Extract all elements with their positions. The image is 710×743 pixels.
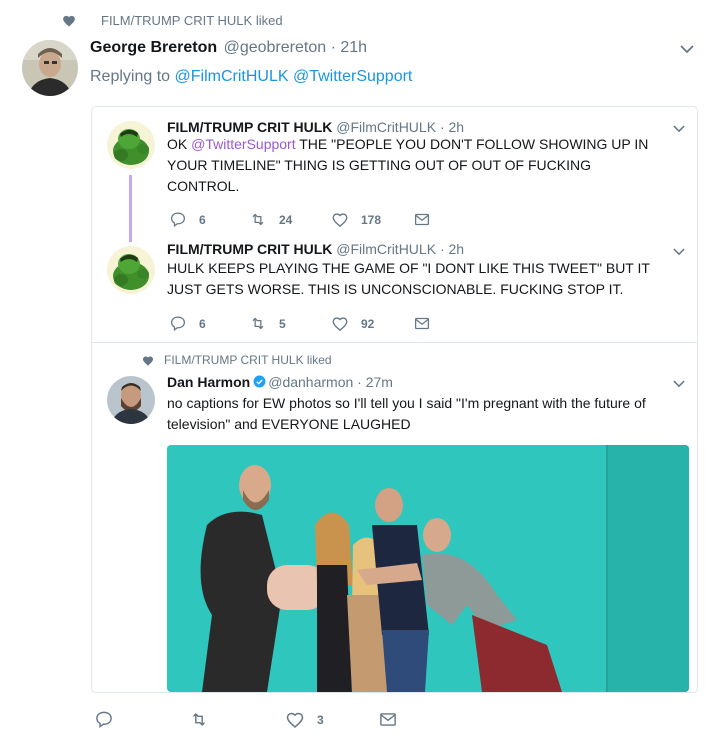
author-name[interactable]: Dan Harmon xyxy=(167,374,250,390)
hulk-avatar-image xyxy=(107,246,155,294)
hulk-avatar-image xyxy=(107,121,155,169)
tweet-time[interactable]: 2h xyxy=(449,241,465,257)
envelope-icon xyxy=(414,213,430,226)
liked-context: FILM/TRUMP CRIT HULK liked xyxy=(62,13,283,28)
tweet-text: OK @TwitterSupport THE "PEOPLE YOU DON'T… xyxy=(167,134,667,197)
retweet-button[interactable]: 5 xyxy=(249,315,331,332)
tweet-header: George Brereton @geobrereton · 21h xyxy=(90,39,367,57)
avatar-danharmon[interactable] xyxy=(107,376,155,424)
direct-message-button[interactable] xyxy=(413,315,443,332)
liked-context: FILM/TRUMP CRIT HULK liked xyxy=(142,353,332,367)
separator-dot: · xyxy=(330,39,341,56)
replying-label: Replying to xyxy=(90,68,171,85)
tweet-text: no captions for EW photos so I'll tell y… xyxy=(167,395,646,432)
separator-dot: · xyxy=(439,241,449,257)
author-handle[interactable]: @geobrereton xyxy=(224,39,327,56)
tweet-photo[interactable] xyxy=(167,445,689,692)
reply-icon xyxy=(170,316,186,332)
group-photo-image xyxy=(167,445,689,692)
heart-icon xyxy=(286,712,304,729)
tweet-time[interactable]: 21h xyxy=(340,39,367,56)
chevron-down-icon[interactable] xyxy=(680,45,694,54)
mention-twittersupport[interactable]: @TwitterSupport xyxy=(191,136,295,152)
retweet-count: 5 xyxy=(279,316,286,331)
heart-icon xyxy=(143,356,153,366)
divider xyxy=(92,342,697,343)
retweet-button[interactable]: 24 xyxy=(249,211,331,228)
retweet-button[interactable] xyxy=(189,710,285,729)
heart-icon xyxy=(332,317,348,332)
avatar-hulk[interactable] xyxy=(107,246,155,294)
author-handle[interactable]: @FilmCritHULK xyxy=(336,241,436,257)
retweet-icon xyxy=(252,213,264,226)
like-button[interactable]: 178 xyxy=(331,211,413,228)
reply-button[interactable]: 6 xyxy=(169,315,249,332)
tweet-actions: 6 5 92 xyxy=(169,315,443,332)
avatar[interactable] xyxy=(22,40,78,96)
tweet-time[interactable]: 2h xyxy=(449,119,465,135)
reply-count: 6 xyxy=(199,316,206,331)
chevron-down-icon[interactable] xyxy=(673,248,685,256)
heart-icon xyxy=(63,15,75,27)
author-name[interactable]: George Brereton xyxy=(90,39,217,56)
tweet-text-prefix: OK xyxy=(167,136,192,152)
chevron-down-icon[interactable] xyxy=(673,125,685,133)
tweet-actions: 3 xyxy=(94,710,410,729)
like-count: 3 xyxy=(317,712,324,727)
reply-mention-twittersupport[interactable]: @TwitterSupport xyxy=(293,68,412,85)
heart-icon xyxy=(332,213,348,228)
envelope-icon xyxy=(380,713,396,726)
like-count: 178 xyxy=(361,212,382,227)
liked-context-text: FILM/TRUMP CRIT HULK liked xyxy=(164,353,332,367)
direct-message-button[interactable] xyxy=(378,710,410,729)
reply-button[interactable]: 6 xyxy=(169,211,249,228)
envelope-icon xyxy=(414,317,430,330)
avatar-hulk[interactable] xyxy=(107,121,155,169)
tweet-actions: 6 24 178 xyxy=(169,211,443,228)
direct-message-button[interactable] xyxy=(413,211,443,228)
author-handle[interactable]: @danharmon xyxy=(268,374,353,390)
avatar-photo xyxy=(107,376,155,424)
quoted-tweet-header: Dan Harmon @danharmon · 27m xyxy=(167,374,393,390)
quoted-tweet-header: FILM/TRUMP CRIT HULK @FilmCritHULK · 2h xyxy=(167,241,464,257)
separator-dot: · xyxy=(439,119,449,135)
retweet-icon xyxy=(252,317,264,330)
reply-icon xyxy=(96,711,112,729)
thread-connector xyxy=(129,175,132,242)
like-button[interactable]: 92 xyxy=(331,315,413,332)
tweet-time[interactable]: 27m xyxy=(366,374,393,390)
tweet-text: HULK KEEPS PLAYING THE GAME OF "I DONT L… xyxy=(167,260,650,297)
retweet-icon xyxy=(192,712,206,727)
verified-badge-icon xyxy=(253,375,266,388)
reply-button[interactable] xyxy=(94,710,189,729)
chevron-down-icon[interactable] xyxy=(673,380,685,388)
liked-context-text: FILM/TRUMP CRIT HULK liked xyxy=(101,13,283,28)
author-handle[interactable]: @FilmCritHULK xyxy=(336,119,436,135)
author-name[interactable]: FILM/TRUMP CRIT HULK xyxy=(167,119,332,135)
reply-icon xyxy=(170,212,186,228)
retweet-count: 24 xyxy=(279,212,293,227)
author-name[interactable]: FILM/TRUMP CRIT HULK xyxy=(167,241,332,257)
quoted-tweet-header: FILM/TRUMP CRIT HULK @FilmCritHULK · 2h xyxy=(167,119,464,135)
reply-mention-filmcrithulk[interactable]: @FilmCritHULK xyxy=(175,68,289,85)
replying-to: Replying to @FilmCritHULK @TwitterSuppor… xyxy=(90,68,412,86)
like-count: 92 xyxy=(361,316,375,331)
reply-count: 6 xyxy=(199,212,206,227)
like-button[interactable]: 3 xyxy=(285,710,378,729)
separator-dot: · xyxy=(357,374,366,390)
avatar-photo xyxy=(22,40,78,96)
